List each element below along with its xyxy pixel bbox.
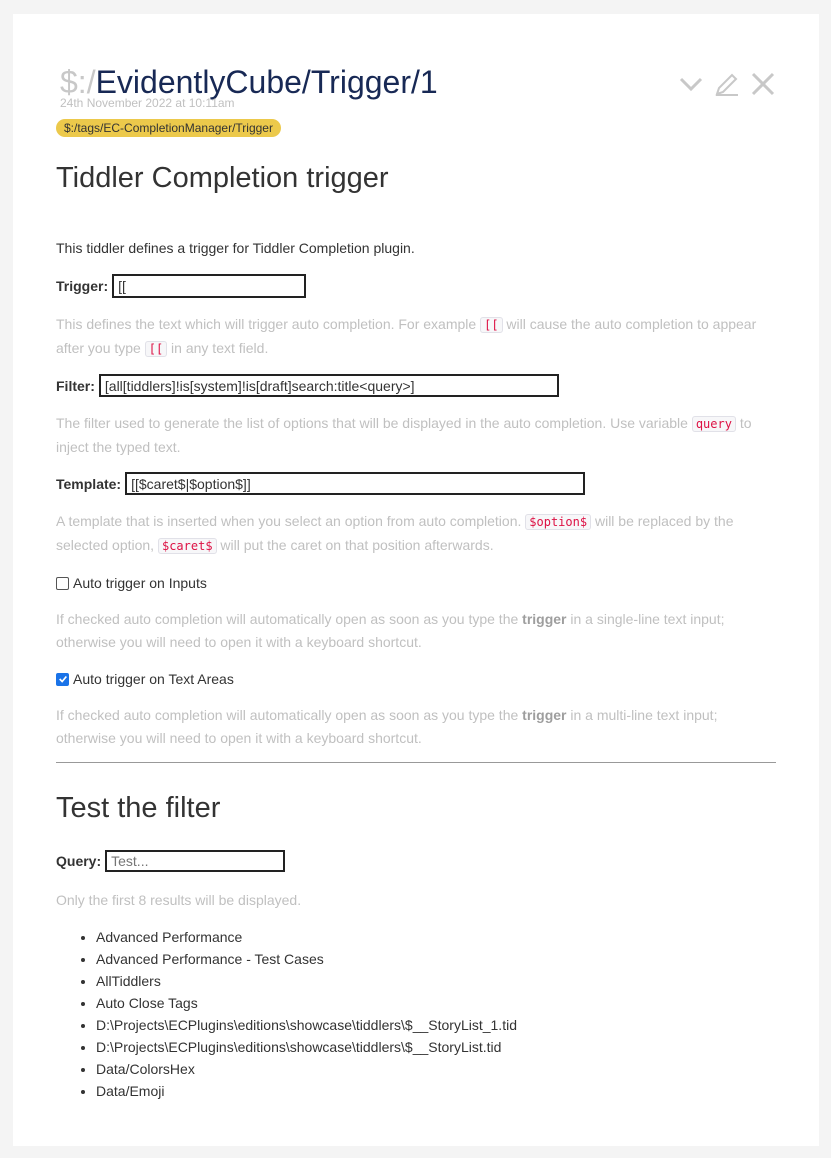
code-trigger-example: [[ [480,317,503,333]
auto-trigger-inputs-help: If checked auto completion will automati… [56,611,725,650]
template-help: A template that is inserted when you sel… [56,513,734,554]
template-row: Template: [56,472,586,495]
result-item[interactable]: Data/Emoji [96,1080,517,1102]
close-icon[interactable] [749,70,777,98]
results-list: Advanced PerformanceAdvanced Performance… [56,926,517,1102]
result-item[interactable]: Data/ColorsHex [96,1058,517,1080]
filter-help: The filter used to generate the list of … [56,415,752,455]
edit-icon[interactable] [713,70,741,98]
title-prefix: $:/ [60,64,96,100]
query-row: Query: [56,850,286,872]
tiddler-frame: $:/EvidentlyCube/Trigger/1 24th November… [13,14,819,1146]
code-option: $option$ [525,514,592,530]
filter-input[interactable] [98,374,559,397]
tiddler-modified-date: 24th November 2022 at 10:11am [60,96,235,110]
code-trigger-example-2: [[ [144,341,168,357]
filter-label: Filter: [56,377,95,394]
heading-completion-trigger: Tiddler Completion trigger [56,162,389,194]
intro-text: This tiddler defines a trigger for Tiddl… [56,240,415,256]
tiddler-controls [677,70,777,98]
auto-trigger-inputs-label[interactable]: Auto trigger on Inputs [73,575,207,591]
auto-trigger-textareas-row: Auto trigger on Text Areas [56,671,234,687]
filter-row: Filter: [56,374,559,397]
result-item[interactable]: Advanced Performance [96,926,517,948]
query-label: Query: [56,853,102,869]
auto-trigger-textareas-label[interactable]: Auto trigger on Text Areas [73,671,234,687]
result-item[interactable]: AllTiddlers [96,970,517,992]
auto-trigger-inputs-row: Auto trigger on Inputs [56,575,207,591]
auto-trigger-textareas-help: If checked auto completion will automati… [56,707,718,746]
results-note: Only the first 8 results will be display… [56,892,302,908]
trigger-label: Trigger: [56,278,109,294]
auto-trigger-inputs-checkbox[interactable] [56,576,69,590]
heading-test-filter: Test the filter [56,792,221,824]
trigger-input[interactable] [112,274,307,298]
template-label: Template: [56,475,122,492]
result-item[interactable]: Advanced Performance - Test Cases [96,948,517,970]
code-query: query [691,416,736,432]
tiddler-body: Tiddler Completion trigger This tiddler … [56,162,776,1099]
title-main: EvidentlyCube/Trigger/1 [95,64,438,100]
section-divider [56,762,776,763]
template-input[interactable] [125,472,586,495]
tag-pill[interactable]: $:/tags/EC-CompletionManager/Trigger [56,119,281,137]
auto-trigger-textareas-checkbox[interactable] [56,672,69,686]
trigger-help: This defines the text which will trigger… [56,316,757,357]
result-item[interactable]: D:\Projects\ECPlugins\editions\showcase\… [96,1014,517,1036]
chevron-down-icon[interactable] [677,70,705,98]
trigger-row: Trigger: [56,274,307,298]
code-caret: $caret$ [157,538,217,554]
result-item[interactable]: D:\Projects\ECPlugins\editions\showcase\… [96,1036,517,1058]
query-input[interactable] [105,850,286,872]
result-item[interactable]: Auto Close Tags [96,992,517,1014]
